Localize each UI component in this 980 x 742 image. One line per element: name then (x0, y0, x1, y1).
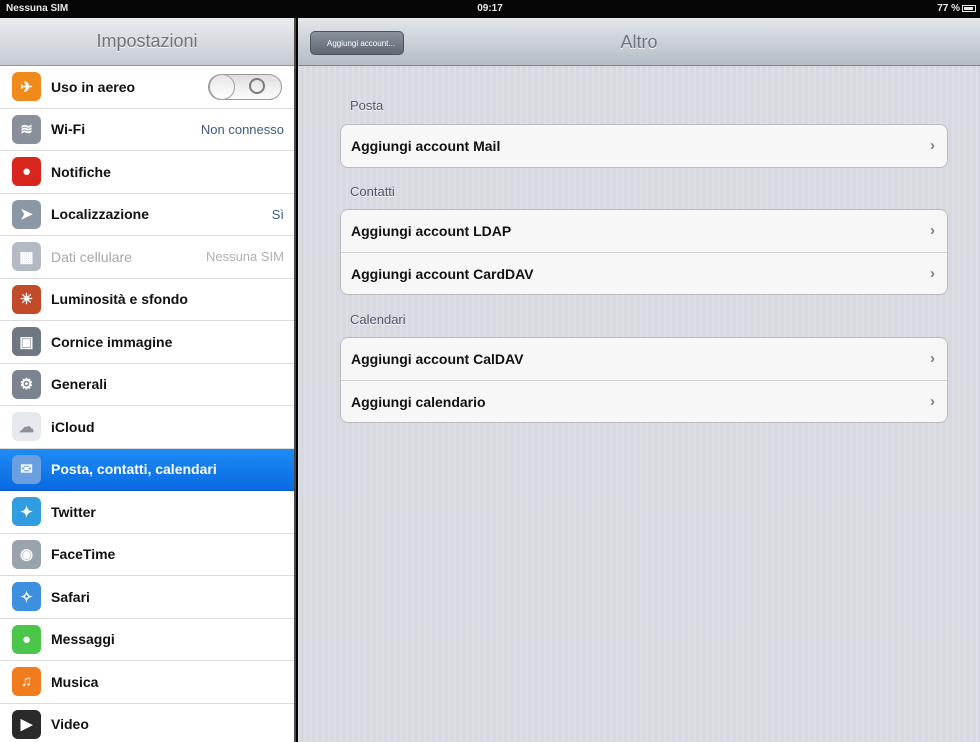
sidebar-item-label: Safari (51, 588, 90, 605)
sidebar-item-cellular-data: ▦ Dati cellulare Nessuna SIM (0, 236, 294, 279)
wifi-icon: ≋ (12, 114, 41, 144)
sidebar-item-location[interactable]: ➤ Localizzazione Sì (0, 194, 294, 236)
add-calendar-row[interactable]: Aggiungi calendario › (341, 380, 947, 422)
group-calendars: Aggiungi account CalDAV › Aggiungi calen… (340, 337, 948, 423)
sidebar-item-label: Dati cellulare (51, 248, 132, 265)
sidebar-item-messages[interactable]: ● Messaggi (0, 619, 294, 661)
sidebar-item-safari[interactable]: ✧ Safari (0, 576, 294, 619)
sidebar-item-label: FaceTime (51, 546, 116, 563)
detail-panel: Aggiungi account... Altro Posta Aggiungi… (298, 18, 980, 742)
chevron-right-icon: › (930, 393, 935, 410)
row-label: Aggiungi calendario (351, 393, 486, 410)
notifications-icon: ● (12, 157, 41, 187)
add-carddav-account-row[interactable]: Aggiungi account CardDAV › (341, 252, 947, 294)
sidebar-item-label: Luminosità e sfondo (51, 291, 188, 308)
sidebar-item-picture-frame[interactable]: ▣ Cornice immagine (0, 321, 294, 364)
toggle-off-indicator (249, 77, 265, 94)
row-label: Aggiungi account CalDAV (351, 351, 524, 367)
chevron-right-icon: › (930, 265, 935, 282)
brightness-icon: ☀ (12, 284, 41, 314)
chevron-right-icon: › (930, 222, 935, 239)
location-icon: ➤ (12, 199, 41, 229)
safari-icon: ✧ (12, 582, 41, 612)
airplane-mode-toggle[interactable] (208, 73, 282, 100)
cellular-icon: ▦ (12, 242, 41, 272)
sidebar-item-value: Sì (271, 206, 284, 222)
sidebar-item-airplane-mode[interactable]: ✈ Uso in aereo (0, 66, 294, 109)
sidebar-item-label: Generali (51, 376, 108, 393)
sidebar-item-label: Notifiche (51, 163, 111, 180)
picture-frame-icon: ▣ (12, 327, 41, 357)
sidebar-item-label: Messaggi (51, 631, 115, 648)
video-icon: ▶ (12, 709, 41, 739)
page-title: Altro (620, 32, 658, 52)
sidebar-item-value: Non connesso (200, 121, 284, 137)
section-header-contacts: Contatti (350, 184, 395, 199)
sidebar-item-video[interactable]: ▶ Video (0, 704, 294, 742)
sidebar-item-label: Localizzazione (51, 206, 150, 223)
sidebar-item-brightness[interactable]: ☀ Luminosità e sfondo (0, 279, 294, 321)
add-mail-account-row[interactable]: Aggiungi account Mail › (341, 125, 947, 167)
twitter-icon: ✦ (12, 497, 41, 527)
sidebar-item-label: Musica (51, 673, 99, 690)
messages-icon: ● (12, 624, 41, 654)
sidebar-item-music[interactable]: ♫ Musica (0, 661, 294, 704)
toggle-knob (209, 73, 235, 100)
mail-icon: ✉ (12, 454, 41, 484)
sidebar-item-label: iCloud (51, 418, 95, 435)
cloud-icon: ☁ (12, 412, 41, 442)
sidebar-item-label: Twitter (51, 503, 96, 520)
sidebar-item-facetime[interactable]: ◉ FaceTime (0, 534, 294, 576)
row-label: Aggiungi account LDAP (351, 223, 512, 239)
sidebar-item-notifications[interactable]: ● Notifiche (0, 151, 294, 194)
battery-icon (962, 5, 976, 12)
sidebar-item-mail-contacts-calendars[interactable]: ✉ Posta, contatti, calendari (0, 448, 294, 491)
sidebar-item-label: Cornice immagine (51, 333, 173, 350)
section-header-mail: Posta (350, 98, 384, 113)
settings-sidebar: Impostazioni ✈ Uso in aereo ≋ Wi-Fi Non … (0, 18, 296, 742)
battery-percent: 77 % (937, 3, 960, 14)
sidebar-item-general[interactable]: ⚙ Generali (0, 364, 294, 406)
sidebar-item-value: Nessuna SIM (205, 249, 284, 265)
section-header-calendars: Calendari (350, 312, 406, 327)
sidebar-item-icloud[interactable]: ☁ iCloud (0, 406, 294, 449)
status-bar: Nessuna SIM 09:17 77 % (0, 0, 980, 18)
airplane-icon: ✈ (12, 72, 41, 102)
add-ldap-account-row[interactable]: Aggiungi account LDAP › (341, 210, 947, 252)
navigation-bar: Aggiungi account... Altro (298, 18, 980, 66)
facetime-icon: ◉ (12, 539, 41, 569)
gear-icon: ⚙ (12, 369, 41, 399)
sidebar-item-label: Video (51, 716, 89, 733)
row-label: Aggiungi account CardDAV (351, 265, 534, 282)
sidebar-item-label: Posta, contatti, calendari (51, 461, 217, 478)
sidebar-title: Impostazioni (0, 18, 294, 66)
add-caldav-account-row[interactable]: Aggiungi account CalDAV › (341, 338, 947, 380)
battery-indicator: 77 % (937, 3, 976, 14)
sidebar-item-label: Wi-Fi (51, 121, 86, 138)
group-contacts: Aggiungi account LDAP › Aggiungi account… (340, 209, 948, 295)
sidebar-item-twitter[interactable]: ✦ Twitter (0, 491, 294, 534)
music-icon: ♫ (12, 667, 41, 697)
group-mail: Aggiungi account Mail › (340, 124, 948, 168)
clock-label: 09:17 (477, 3, 503, 14)
chevron-right-icon: › (930, 137, 935, 154)
sidebar-item-label: Uso in aereo (51, 78, 136, 95)
chevron-right-icon: › (930, 350, 935, 367)
sidebar-item-wifi[interactable]: ≋ Wi-Fi Non connesso (0, 109, 294, 151)
row-label: Aggiungi account Mail (351, 138, 501, 154)
